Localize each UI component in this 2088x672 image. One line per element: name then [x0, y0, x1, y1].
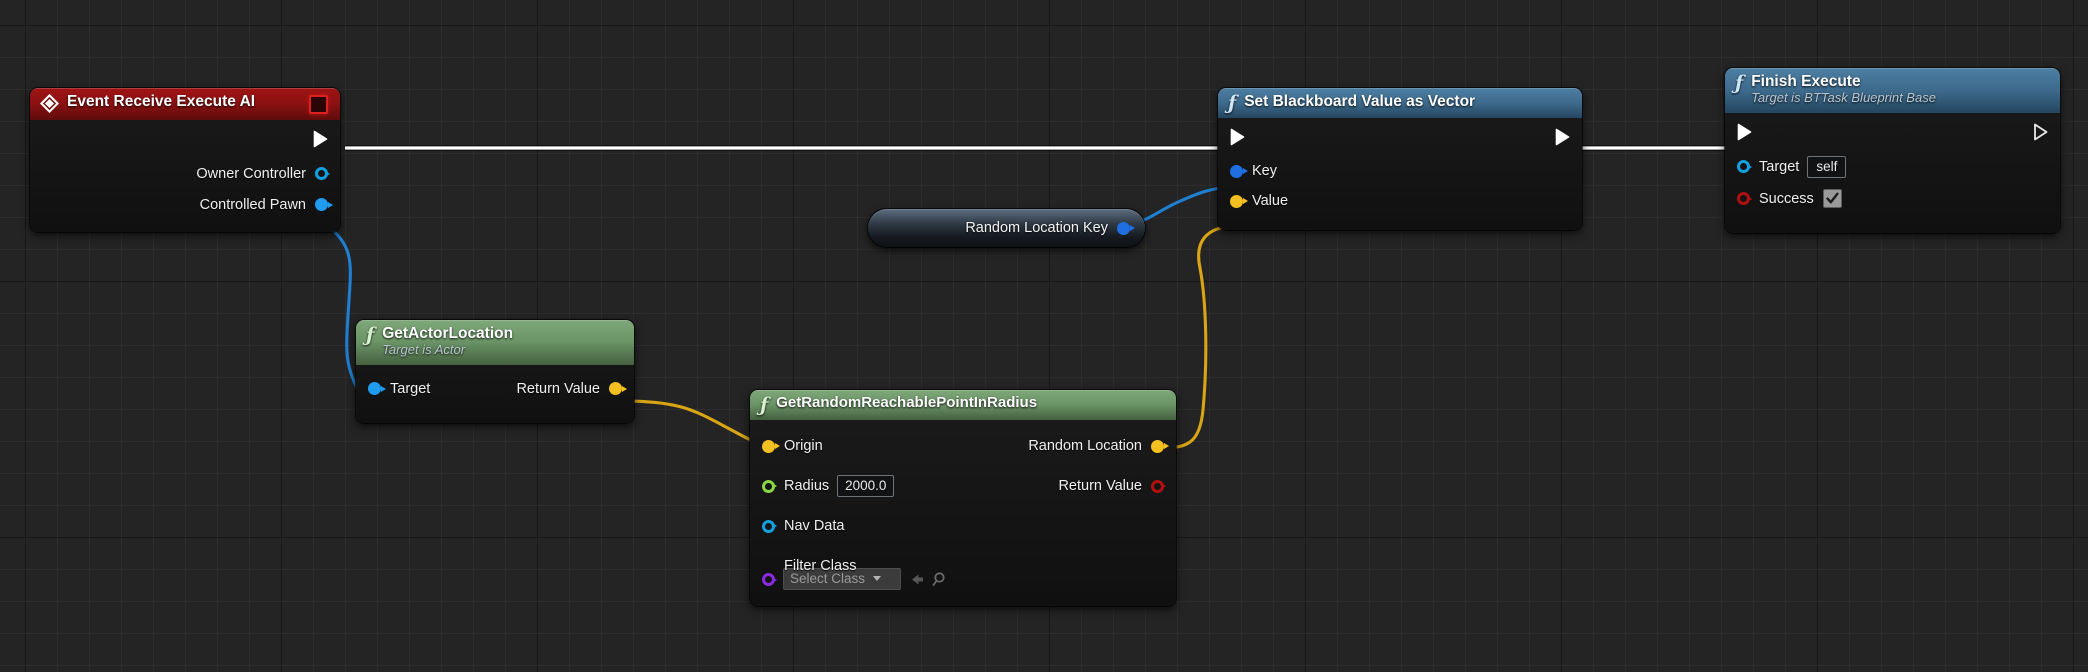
pin-row-nav-data[interactable]: Nav Data — [750, 513, 844, 539]
blueprint-graph-canvas[interactable]: Event Receive Execute AI Owner Controlle… — [0, 0, 2088, 672]
pin-row-gal-target[interactable]: Target — [356, 375, 430, 403]
node-get-actor-location[interactable]: ƒ GetActorLocation Target is Actor Targe… — [356, 320, 634, 423]
pin-controlled-pawn[interactable] — [315, 198, 328, 211]
node-body-event: Owner Controller Controlled Pawn — [30, 120, 340, 232]
event-stop-badge-icon[interactable] — [309, 95, 328, 114]
pin-label-target: Target — [1759, 159, 1799, 175]
node-header-grrpir: ƒ GetRandomReachablePointInRadius — [750, 390, 1176, 420]
pin-row-gal-return[interactable]: Return Value — [516, 375, 634, 403]
node-finish-execute[interactable]: ƒ Finish Execute Target is BTTask Bluepr… — [1725, 68, 2060, 233]
node-title: Event Receive Execute AI — [67, 93, 301, 110]
exec-output-pin[interactable] — [1555, 128, 1570, 146]
node-set-blackboard-value-as-vector[interactable]: ƒ Set Blackboard Value as Vector Key Val… — [1218, 88, 1582, 230]
exec-row-event-out — [30, 120, 340, 158]
pin-label-grrpir-return: Return Value — [1058, 478, 1142, 494]
pin-row-value[interactable]: Value — [1218, 186, 1582, 216]
pin-owner-controller[interactable] — [315, 167, 328, 180]
node-title: Finish Execute — [1751, 73, 2048, 90]
node-body-set-blackboard: Key Value — [1218, 118, 1582, 230]
pin-label-owner-controller: Owner Controller — [196, 166, 306, 182]
pin-random-location[interactable] — [1151, 440, 1164, 453]
pin-row-filter-class[interactable]: Filter Class — [750, 548, 857, 574]
pin-row-grrpir-return[interactable]: Return Value — [1058, 473, 1176, 499]
pin-label-filter-class: Filter Class — [784, 558, 857, 574]
pin-label-nav-data: Nav Data — [784, 518, 844, 534]
exec-input-pin[interactable] — [1737, 123, 1752, 141]
node-title: GetRandomReachablePointInRadius — [776, 395, 1164, 412]
pin-gal-target[interactable] — [368, 382, 381, 395]
pin-label-radius: Radius — [784, 478, 829, 494]
node-body-finish-execute: Target self Success — [1725, 113, 2060, 233]
pin-label-key: Key — [1252, 163, 1277, 179]
pin-filter-class[interactable] — [762, 573, 775, 586]
exec-input-pin[interactable] — [1230, 128, 1245, 146]
pin-label-origin: Origin — [784, 438, 823, 454]
pin-grrpir-return[interactable] — [1151, 480, 1164, 493]
node-subtitle: Target is Actor — [382, 343, 622, 358]
node-title: GetActorLocation — [382, 325, 622, 342]
node-subtitle: Target is BTTask Blueprint Base — [1751, 91, 2048, 106]
node-body-grrpir: Origin Random Location Radius 2000.0 Ret… — [750, 420, 1176, 606]
pin-success[interactable] — [1737, 192, 1750, 205]
pin-row-radius[interactable]: Radius 2000.0 — [750, 473, 894, 499]
pin-row-origin[interactable]: Origin — [750, 433, 823, 459]
chevron-down-icon — [873, 576, 881, 581]
event-diamond-icon — [40, 94, 59, 113]
pin-row-owner-controller[interactable]: Owner Controller — [30, 158, 340, 189]
function-f-icon: ƒ — [366, 325, 374, 344]
radius-value-field[interactable]: 2000.0 — [837, 475, 894, 497]
exec-output-pin[interactable] — [313, 130, 328, 148]
node-random-location-key[interactable]: Random Location Key — [868, 209, 1145, 247]
pin-radius[interactable] — [762, 480, 775, 493]
checkmark-icon — [1825, 191, 1840, 206]
function-f-icon: ƒ — [760, 395, 768, 414]
variable-label: Random Location Key — [965, 220, 1108, 236]
success-checkbox[interactable] — [1823, 189, 1842, 208]
exec-row-setbb — [1218, 118, 1582, 156]
pin-row-success[interactable]: Success — [1725, 183, 2060, 215]
node-get-random-reachable-point-in-radius[interactable]: ƒ GetRandomReachablePointInRadius Origin… — [750, 390, 1176, 606]
pin-random-location-key-out[interactable] — [1117, 222, 1130, 235]
node-header-set-blackboard: ƒ Set Blackboard Value as Vector — [1218, 88, 1582, 118]
node-title: Set Blackboard Value as Vector — [1244, 93, 1570, 110]
target-value-field[interactable]: self — [1807, 156, 1846, 178]
pin-row-key[interactable]: Key — [1218, 156, 1582, 186]
pin-label-controlled-pawn: Controlled Pawn — [200, 197, 306, 213]
pin-nav-data[interactable] — [762, 520, 775, 533]
function-f-icon: ƒ — [1735, 73, 1743, 92]
pin-target[interactable] — [1737, 160, 1750, 173]
pin-value[interactable] — [1230, 195, 1243, 208]
node-body-get-actor-location: Target Return Value — [356, 365, 634, 413]
pin-row-controlled-pawn[interactable]: Controlled Pawn — [30, 189, 340, 220]
node-header-get-actor-location: ƒ GetActorLocation Target is Actor — [356, 320, 634, 365]
pin-label-success: Success — [1759, 191, 1814, 207]
exec-row-finish — [1725, 113, 2060, 151]
pin-key[interactable] — [1230, 165, 1243, 178]
pin-label-random-location: Random Location — [1028, 438, 1142, 454]
exec-output-pin[interactable] — [2033, 123, 2048, 141]
pin-gal-return[interactable] — [609, 382, 622, 395]
pin-label-gal-return: Return Value — [516, 381, 600, 397]
pin-row-random-location[interactable]: Random Location — [1028, 433, 1176, 459]
node-header-event: Event Receive Execute AI — [30, 88, 340, 120]
pin-row-target[interactable]: Target self — [1725, 151, 2060, 183]
node-event-receive-execute-ai[interactable]: Event Receive Execute AI Owner Controlle… — [30, 88, 340, 232]
pin-origin[interactable] — [762, 440, 775, 453]
function-f-icon: ƒ — [1228, 93, 1236, 112]
node-header-finish-execute: ƒ Finish Execute Target is BTTask Bluepr… — [1725, 68, 2060, 113]
pin-label-value: Value — [1252, 193, 1288, 209]
pin-label-gal-target: Target — [390, 381, 430, 397]
